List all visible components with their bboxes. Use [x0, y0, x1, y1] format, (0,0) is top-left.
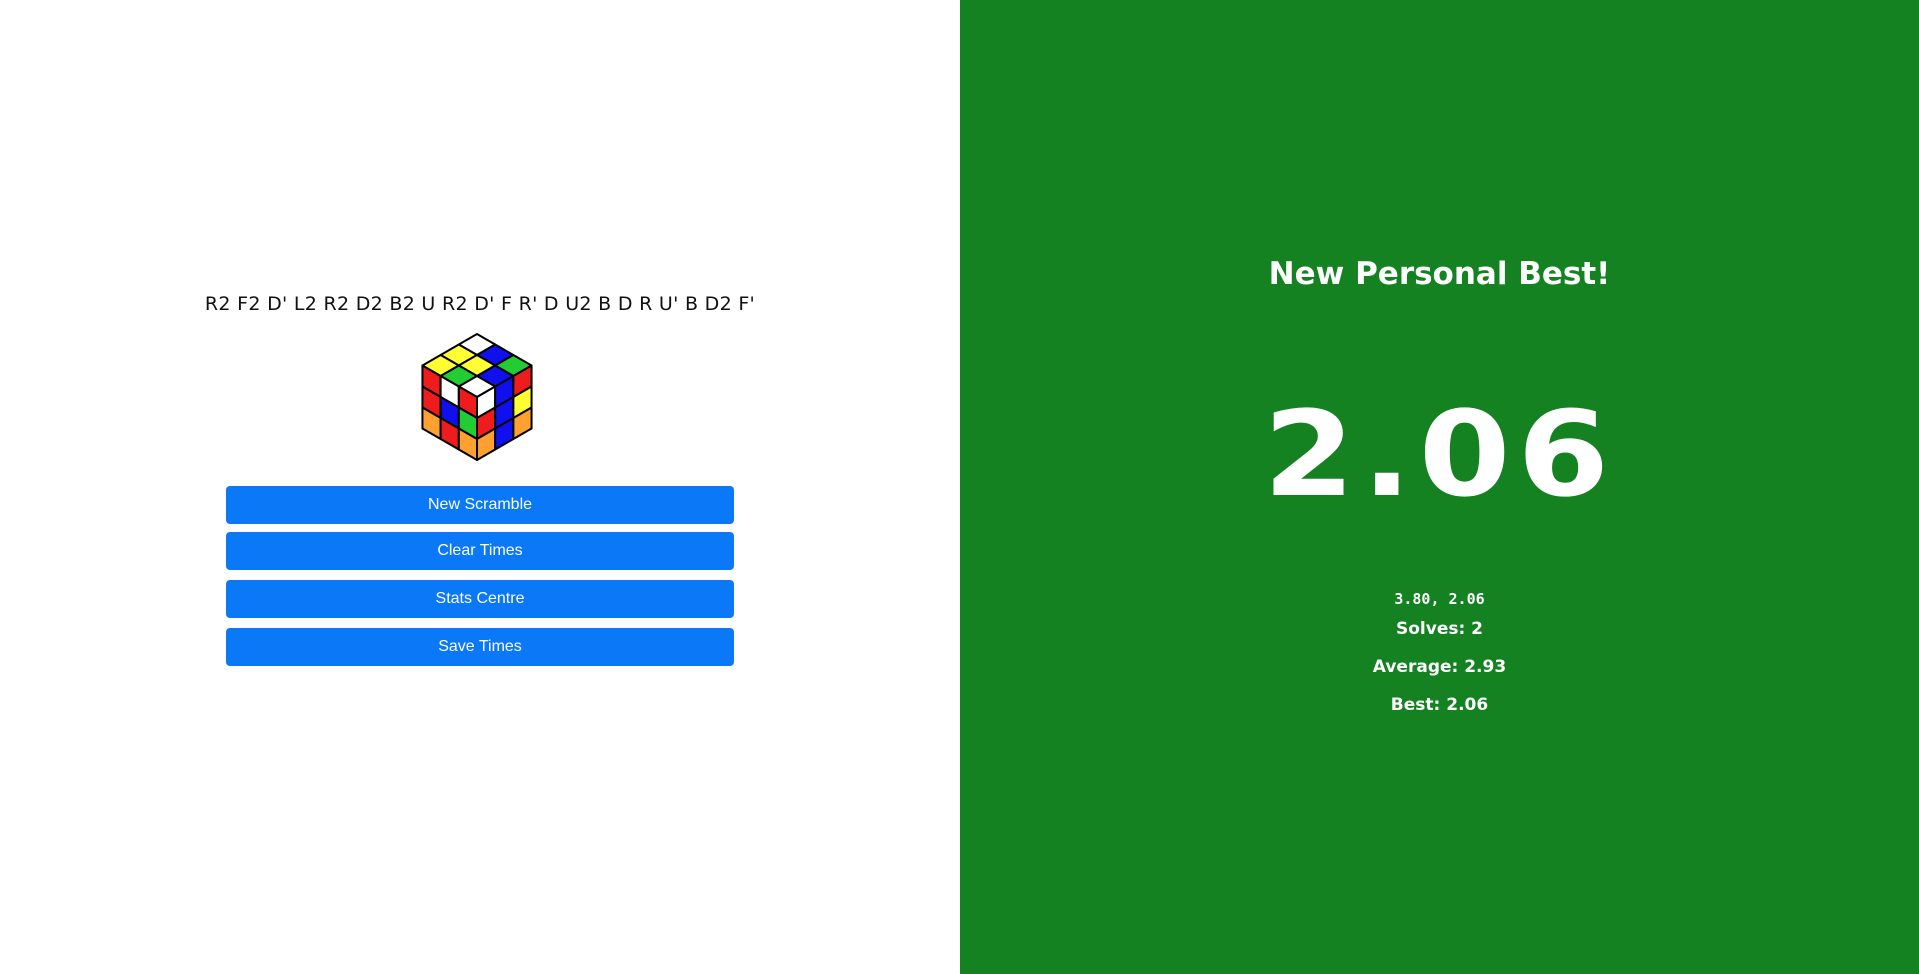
- clear-times-button[interactable]: Clear Times: [226, 532, 734, 570]
- cube-preview: [412, 330, 542, 470]
- scramble-text: R2 F2 D' L2 R2 D2 B2 U R2 D' F R' D U2 B…: [204, 293, 756, 315]
- timer-display[interactable]: 2.06: [902, 395, 1919, 513]
- best-time: Best: 2.06: [1390, 695, 1489, 715]
- right-panel: New Personal Best! 2.06 3.80, 2.06 Solve…: [960, 0, 1919, 974]
- stats-centre-button[interactable]: Stats Centre: [226, 580, 734, 618]
- times-list: 3.80, 2.06: [1394, 590, 1485, 608]
- personal-best-heading: New Personal Best!: [1268, 256, 1611, 292]
- average-time: Average: 2.93: [1372, 657, 1507, 677]
- cube-icon: [421, 333, 533, 461]
- save-times-button[interactable]: Save Times: [226, 628, 734, 666]
- left-panel: R2 F2 D' L2 R2 D2 B2 U R2 D' F R' D U2 B…: [0, 0, 960, 974]
- new-scramble-button[interactable]: New Scramble: [226, 486, 734, 524]
- solves-count: Solves: 2: [1395, 619, 1484, 639]
